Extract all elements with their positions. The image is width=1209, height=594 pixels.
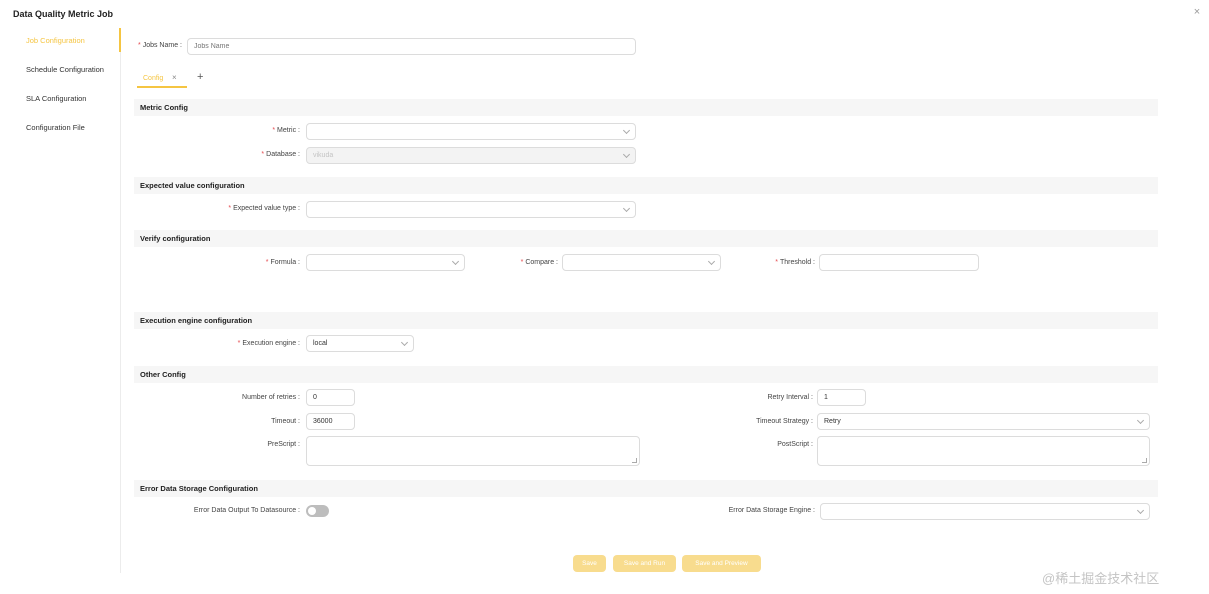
compare-label: * Compare : xyxy=(520,259,558,266)
compare-select[interactable] xyxy=(562,254,721,271)
retry-interval-input[interactable]: 1 xyxy=(817,389,866,406)
save-and-run-button[interactable]: Save and Run xyxy=(613,555,676,572)
database-select[interactable]: vikuda xyxy=(306,147,636,164)
watermark: @稀土掘金技术社区 xyxy=(1042,571,1160,586)
error-engine-label: Error Data Storage Engine : xyxy=(728,507,815,514)
sidebar-item-job-configuration[interactable]: Job Configuration xyxy=(26,36,85,45)
dialog-title: Data Quality Metric Job xyxy=(13,9,114,19)
chevron-down-icon xyxy=(622,150,631,159)
chevron-down-icon xyxy=(1136,506,1145,515)
database-label: * Database : xyxy=(261,151,300,158)
formula-select[interactable] xyxy=(306,254,465,271)
close-icon[interactable]: × xyxy=(172,73,177,82)
retries-label: Number of retries : xyxy=(242,394,300,401)
chevron-down-icon xyxy=(451,257,460,266)
threshold-input[interactable] xyxy=(819,254,979,271)
error-output-label: Error Data Output To Datasource : xyxy=(193,507,300,514)
sidebar-item-sla-configuration[interactable]: SLA Configuration xyxy=(26,94,86,103)
resize-grip-icon[interactable] xyxy=(632,458,637,463)
prescript-label: PreScript : xyxy=(267,441,300,448)
formula-label: * Formula : xyxy=(265,259,300,266)
section-other-config: Other Config xyxy=(134,366,1158,383)
save-button[interactable]: Save xyxy=(573,555,606,572)
close-icon[interactable]: × xyxy=(1190,5,1204,19)
tab-config[interactable]: Config × xyxy=(137,70,187,88)
threshold-label: * Threshold : xyxy=(775,259,815,266)
section-error-data-storage: Error Data Storage Configuration xyxy=(134,480,1158,497)
tab-config-label: Config xyxy=(143,75,164,82)
timeout-label: Timeout : xyxy=(271,418,300,425)
prescript-textarea[interactable] xyxy=(306,436,640,466)
execution-engine-label: * Execution engine : xyxy=(237,340,300,347)
save-and-preview-button[interactable]: Save and Preview xyxy=(682,555,761,572)
resize-grip-icon[interactable] xyxy=(1142,458,1147,463)
jobs-name-input[interactable] xyxy=(187,38,636,55)
add-tab-icon[interactable]: + xyxy=(197,71,203,83)
sidebar-item-configuration-file[interactable]: Configuration File xyxy=(26,123,85,132)
metric-select[interactable] xyxy=(306,123,636,140)
section-metric-config: Metric Config xyxy=(134,99,1158,116)
sidebar-active-indicator xyxy=(119,28,121,52)
postscript-label: PostScript : xyxy=(777,441,813,448)
timeout-strategy-select[interactable]: Retry xyxy=(817,413,1150,430)
toggle-knob xyxy=(308,507,316,515)
error-engine-select[interactable] xyxy=(820,503,1150,520)
metric-label: * Metric : xyxy=(272,127,300,134)
chevron-down-icon xyxy=(1136,416,1145,425)
error-output-toggle[interactable] xyxy=(306,505,329,517)
chevron-down-icon xyxy=(622,126,631,135)
postscript-textarea[interactable] xyxy=(817,436,1150,466)
sidebar: Job Configuration Schedule Configuration… xyxy=(0,28,121,573)
chevron-down-icon xyxy=(400,338,409,347)
chevron-down-icon xyxy=(622,204,631,213)
retry-interval-label: Retry Interval : xyxy=(767,394,813,401)
timeout-strategy-label: Timeout Strategy : xyxy=(756,418,813,425)
retries-input[interactable]: 0 xyxy=(306,389,355,406)
section-expected-value: Expected value configuration xyxy=(134,177,1158,194)
expected-value-type-select[interactable] xyxy=(306,201,636,218)
chevron-down-icon xyxy=(707,257,716,266)
jobs-name-label: * Jobs Name : xyxy=(137,42,182,49)
expected-value-type-label: * Expected value type : xyxy=(228,205,300,212)
execution-engine-select[interactable]: local xyxy=(306,335,414,352)
timeout-input[interactable]: 36000 xyxy=(306,413,355,430)
sidebar-item-schedule-configuration[interactable]: Schedule Configuration xyxy=(26,65,104,74)
section-execution-engine: Execution engine configuration xyxy=(134,312,1158,329)
section-verify-configuration: Verify configuration xyxy=(134,230,1158,247)
